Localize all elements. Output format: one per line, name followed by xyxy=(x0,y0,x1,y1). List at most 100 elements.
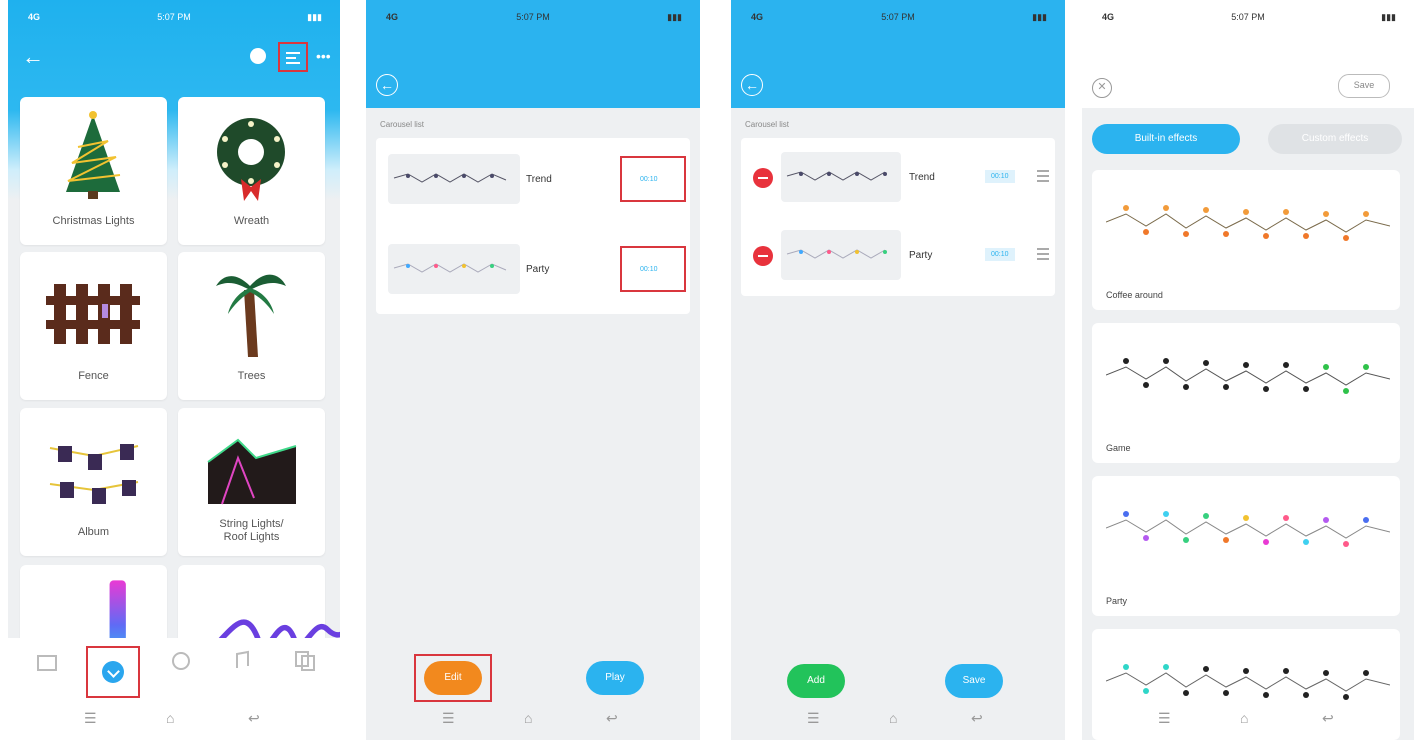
status-time: 5:07 PM xyxy=(157,12,191,22)
effect-thumbnail xyxy=(388,154,520,204)
back-arrow-icon[interactable]: ← xyxy=(22,44,44,70)
return-icon[interactable]: ↩ xyxy=(1322,710,1334,727)
header-bar: 4G 5:07 PM ▮▮▮ ← xyxy=(366,0,700,108)
home-key-icon[interactable]: ⌂ xyxy=(166,710,174,726)
status-bar: 4G 5:07 PM ▮▮▮ xyxy=(366,0,700,32)
carousel-list-screen: 4G 5:07 PM ▮▮▮ ← Carousel list Trend 00:… xyxy=(366,0,700,740)
effects-icon xyxy=(102,661,124,683)
status-bar: 4G 5:07 PM ▮▮▮ xyxy=(731,0,1065,32)
menu-icon[interactable]: ☰ xyxy=(84,710,97,727)
effect-name: Party xyxy=(1106,596,1128,606)
effects-screen: 4G 5:07 PM ▮▮▮ ← ••• Christmas Lights Wr… xyxy=(8,0,340,740)
return-icon[interactable]: ↩ xyxy=(971,710,983,727)
tile-label: Trees xyxy=(237,370,266,382)
list-item[interactable]: Party 00:10 xyxy=(741,216,1055,296)
section-title: Carousel list xyxy=(745,120,790,129)
home-key-icon[interactable]: ⌂ xyxy=(1240,710,1248,726)
tile-partial-1[interactable] xyxy=(20,565,167,670)
effect-picker-screen: 4G 5:07 PM ▮▮▮ ✕ Save Built-in effects C… xyxy=(1082,0,1414,740)
tile-trees[interactable]: Trees xyxy=(178,252,325,400)
header-bar: 4G 5:07 PM ▮▮▮ ✕ Save xyxy=(1082,0,1414,108)
duration-value[interactable]: 00:10 xyxy=(985,248,1015,261)
tile-string-lights[interactable]: String Lights/ Roof Lights xyxy=(178,408,325,556)
close-icon[interactable]: ✕ xyxy=(1092,78,1112,98)
light-string-preview xyxy=(1106,664,1390,700)
more-icon[interactable]: ••• xyxy=(316,48,331,64)
home-key-icon[interactable]: ⌂ xyxy=(524,710,532,726)
pictures-icon[interactable] xyxy=(292,648,318,674)
effect-thumbnail xyxy=(388,244,520,294)
menu-icon[interactable]: ☰ xyxy=(442,710,455,727)
tile-label: Album xyxy=(77,526,110,538)
add-button[interactable]: Add xyxy=(787,664,845,698)
fence-icon xyxy=(46,284,140,344)
carousel-card: Trend 00:10 Party 00:10 xyxy=(741,138,1055,296)
return-icon[interactable]: ↩ xyxy=(248,710,260,727)
effect-thumbnail xyxy=(781,152,901,202)
home-key-icon[interactable]: ⌂ xyxy=(889,710,897,726)
effect-thumbnail xyxy=(781,230,901,280)
tab-custom-effects[interactable]: Custom effects xyxy=(1268,124,1402,154)
tile-label: Wreath xyxy=(233,215,270,227)
tile-album[interactable]: Album xyxy=(20,408,167,556)
menu-icon[interactable]: ☰ xyxy=(807,710,820,727)
effect-name: Trend xyxy=(526,174,552,185)
battery-icon: ▮▮▮ xyxy=(1032,12,1047,22)
menu-icon[interactable]: ☰ xyxy=(1158,710,1171,727)
effect-card[interactable]: Game xyxy=(1092,323,1400,463)
tile-christmas-lights[interactable]: Christmas Lights xyxy=(20,97,167,245)
battery-icon: ▮▮▮ xyxy=(307,12,322,22)
effect-name: Trend xyxy=(909,172,935,183)
carousel-edit-screen: 4G 5:07 PM ▮▮▮ ← Carousel list Trend 00:… xyxy=(731,0,1065,740)
back-icon[interactable]: ← xyxy=(741,74,763,96)
delete-icon[interactable] xyxy=(753,168,773,188)
music-icon[interactable] xyxy=(228,648,254,674)
section-title: Carousel list xyxy=(380,120,425,129)
tile-label-text: String Lights/ Roof Lights xyxy=(219,518,284,543)
wreath-icon xyxy=(217,118,285,201)
battery-icon: ▮▮▮ xyxy=(667,12,682,22)
effect-card[interactable]: Coffee around xyxy=(1092,170,1400,310)
list-item[interactable]: Party 00:10 xyxy=(376,228,690,308)
delete-icon[interactable] xyxy=(753,246,773,266)
status-time: 5:07 PM xyxy=(881,12,915,22)
light-string-preview xyxy=(1106,511,1390,547)
duration-value[interactable]: 00:10 xyxy=(985,170,1015,183)
status-time: 5:07 PM xyxy=(1231,12,1265,22)
save-button[interactable]: Save xyxy=(945,664,1003,698)
tile-label: Christmas Lights xyxy=(52,215,135,227)
effect-name: Coffee around xyxy=(1106,290,1163,300)
tile-fence[interactable]: Fence xyxy=(20,252,167,400)
tile-label: Fence xyxy=(78,370,109,382)
carousel-card: Trend 00:10 Party 00:10 xyxy=(376,138,690,314)
palm-tree-icon xyxy=(216,274,286,357)
list-item[interactable]: Trend 00:10 xyxy=(741,138,1055,218)
duration-value[interactable]: 00:10 xyxy=(640,176,658,183)
status-bar: 4G 5:07 PM ▮▮▮ xyxy=(1082,0,1414,32)
save-button[interactable]: Save xyxy=(1338,74,1390,98)
tab-built-in-effects[interactable]: Built-in effects xyxy=(1092,124,1240,154)
effects-tab[interactable] xyxy=(86,646,140,698)
duration-value[interactable]: 00:10 xyxy=(640,266,658,273)
back-icon[interactable]: ← xyxy=(376,74,398,96)
edit-button[interactable]: Edit xyxy=(424,661,482,695)
return-icon[interactable]: ↩ xyxy=(606,710,618,727)
timer-icon[interactable] xyxy=(250,48,266,64)
scene-icon[interactable] xyxy=(168,648,194,674)
effect-name: Game xyxy=(1106,443,1131,453)
effect-name: Party xyxy=(909,250,933,261)
effect-card[interactable]: Party xyxy=(1092,476,1400,616)
tile-wreath[interactable]: Wreath xyxy=(178,97,325,245)
house-lights-icon xyxy=(207,438,297,505)
light-string-preview xyxy=(1106,205,1390,241)
carousel-list-button[interactable] xyxy=(278,42,308,72)
list-item[interactable]: Trend 00:10 xyxy=(376,138,690,218)
status-time: 5:07 PM xyxy=(516,12,550,22)
status-bar: 4G 5:07 PM ▮▮▮ xyxy=(8,0,340,32)
home-icon[interactable] xyxy=(34,648,60,674)
effect-name: Party xyxy=(526,264,550,275)
tile-partial-2[interactable] xyxy=(178,565,340,660)
play-button[interactable]: Play xyxy=(586,661,644,695)
tile-label: String Lights/ Roof Lights xyxy=(178,518,325,544)
christmas-tree-icon xyxy=(66,111,121,199)
